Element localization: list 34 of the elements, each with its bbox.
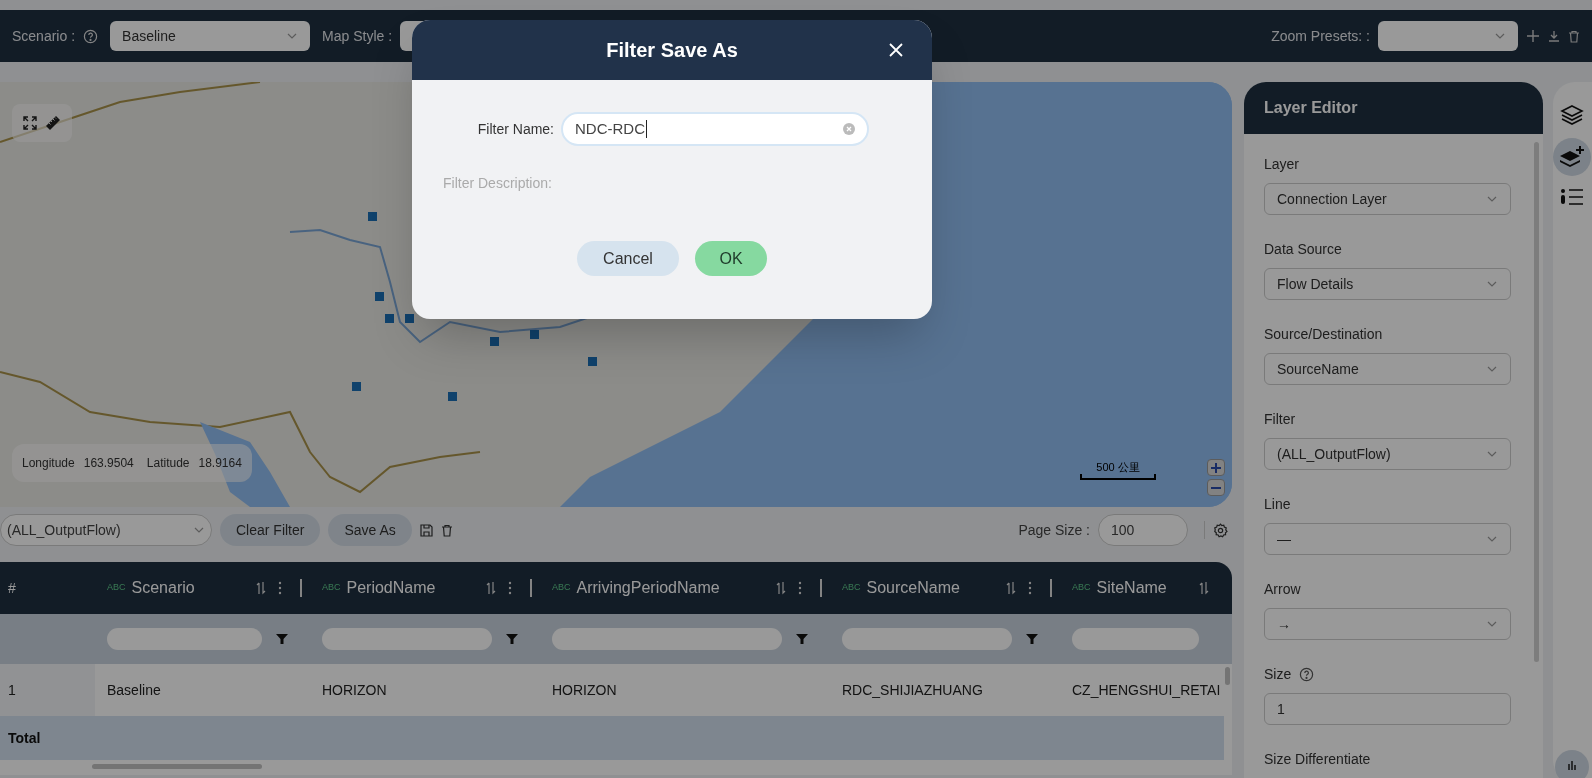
table-cell-text: HORIZON (322, 680, 387, 700)
filter-name-label: Filter Name: (476, 119, 554, 139)
zoom-presets-label: Zoom Presets: : (1271, 26, 1370, 46)
field-label: Source/Destination (1264, 324, 1383, 344)
map-style-label: Map Style : (322, 26, 393, 46)
type-tag: ABC (1072, 581, 1091, 595)
field-label: Line (1264, 494, 1291, 514)
type-tag: ABC (322, 581, 341, 595)
scale-label: 500 公里 (1096, 460, 1140, 474)
page-size-label: Page Size : (1018, 520, 1090, 540)
longitude-value: 163.9504 (83, 455, 134, 472)
table-cell-text: RDC_SHIJIAZHUANG (842, 680, 983, 700)
table-cell-text: Baseline (107, 680, 161, 700)
filter-description-label: Filter Description: (443, 175, 552, 191)
panel-title: Layer Editor (1264, 98, 1358, 118)
scenario-label: Scenario : (12, 26, 76, 46)
field-label: Arrow (1264, 579, 1301, 599)
table-cell-text: HORIZON (552, 680, 617, 700)
type-tag: ABC (552, 581, 571, 595)
type-tag: ABC (842, 581, 861, 595)
dialog-title: Filter Save As (606, 38, 738, 63)
column-header: # (8, 580, 16, 596)
table-cell-text: 1 (8, 680, 16, 700)
table-cell-text: CZ_HENGSHUI_RETAI (1072, 680, 1221, 700)
latitude-value: 18.9164 (198, 455, 242, 472)
field-label: Data Source (1264, 239, 1342, 259)
total-label: Total (8, 728, 41, 748)
type-tag: ABC (107, 581, 126, 595)
field-label: Layer (1264, 154, 1300, 174)
field-label: Filter (1264, 409, 1296, 429)
field-label: Size (1264, 664, 1292, 684)
longitude-label: Longitude (22, 455, 75, 472)
field-label: Size Differentiate (1264, 749, 1371, 769)
latitude-label: Latitude (146, 455, 190, 472)
